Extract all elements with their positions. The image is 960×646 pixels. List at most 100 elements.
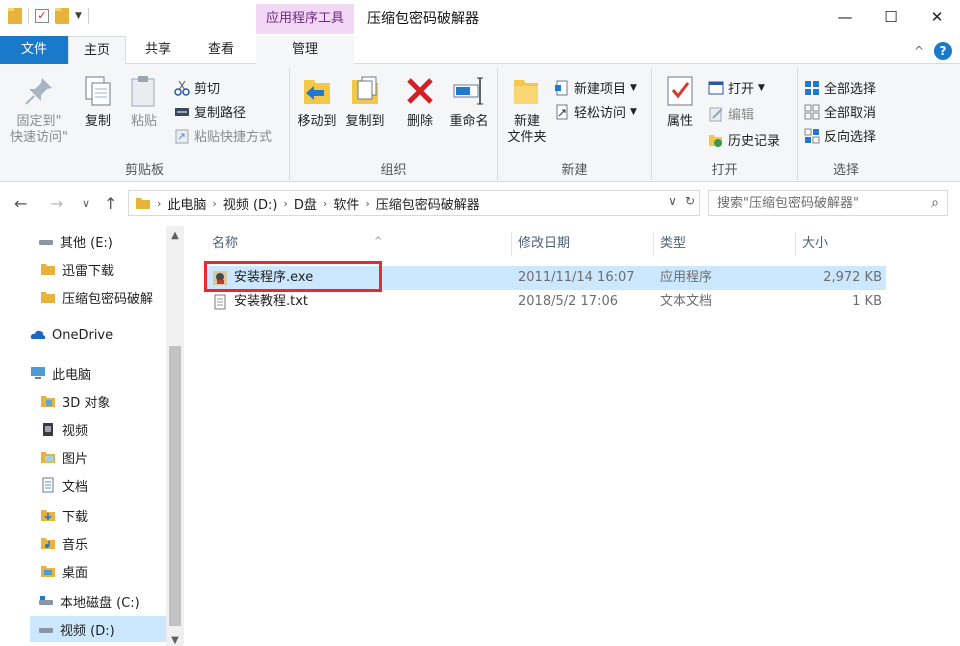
tab-home[interactable]: 主页 (68, 36, 126, 65)
invert-selection-button[interactable]: 反向选择 (804, 126, 876, 145)
nav-item-3d-objects[interactable]: 3D 对象 (40, 388, 110, 414)
tab-manage[interactable]: 管理 (256, 36, 354, 64)
group-label-new: 新建 (561, 163, 588, 178)
folder-icon[interactable] (8, 8, 22, 24)
search-icon[interactable]: ⌕ (931, 195, 939, 211)
nav-item-downloads[interactable]: 下载 (40, 502, 88, 528)
table-row[interactable]: 安装教程.txt 2018/5/2 17:06 文本文档 1 KB (206, 290, 886, 314)
tab-file[interactable]: 文件 (0, 36, 68, 64)
chevron-down-icon[interactable]: ∨ (668, 194, 677, 208)
folder-icon (40, 261, 56, 277)
cut-button[interactable]: 剪切 (174, 78, 220, 97)
scroll-up-arrow-icon[interactable]: ▲ (166, 230, 184, 241)
up-arrow-icon[interactable]: ↑ (104, 194, 117, 213)
nav-item-pictures[interactable]: 图片 (40, 444, 88, 470)
new-folder-icon (510, 74, 544, 108)
text-file-icon (214, 294, 226, 310)
rename-button[interactable]: 重命名 (444, 74, 494, 130)
column-header-modified[interactable]: 修改日期 (512, 232, 654, 256)
breadcrumb-separator: › (157, 196, 162, 210)
nav-item-drive-d[interactable]: 视频 (D:) (30, 616, 166, 642)
select-all-button[interactable]: 全部选择 (804, 78, 876, 97)
forward-arrow-icon[interactable]: → (50, 194, 63, 213)
select-all-icon (804, 80, 820, 96)
nav-item-onedrive[interactable]: OneDrive (30, 322, 113, 348)
organize-group: 移动到 复制到 删除 重命名 组织 (290, 68, 498, 180)
breadcrumb-drive-d[interactable]: 视频 (D:) (223, 194, 278, 213)
delete-button[interactable]: 删除 (400, 74, 440, 130)
column-header-size[interactable]: 大小 (796, 232, 890, 256)
copy-to-icon (348, 74, 382, 108)
edit-button[interactable]: 编辑 (708, 104, 754, 123)
copy-path-icon (174, 104, 190, 120)
scrollbar-thumb[interactable] (169, 346, 181, 626)
collapse-ribbon-button[interactable]: ^ (914, 44, 924, 58)
divider (28, 8, 29, 24)
nav-item-music[interactable]: 音乐 (40, 530, 88, 556)
open-icon (708, 80, 724, 96)
pin-icon (22, 74, 56, 108)
table-row[interactable]: 安装程序.exe 2011/11/14 16:07 应用程序 2,972 KB (206, 266, 886, 290)
desktop-icon (40, 563, 56, 579)
divider (87, 8, 89, 24)
copy-path-button[interactable]: 复制路径 (174, 102, 246, 121)
tab-view[interactable]: 查看 (190, 36, 252, 64)
easy-access-button[interactable]: 轻松访问 ▼ (554, 102, 637, 121)
tab-share[interactable]: 共享 (128, 36, 188, 64)
nav-item-drive-e[interactable]: 其他 (E:) (38, 228, 113, 254)
breadcrumb-current[interactable]: 压缩包密码破解器 (376, 194, 480, 213)
breadcrumb-d-folder[interactable]: D盘 (294, 194, 317, 213)
file-size: 1 KB (852, 294, 882, 309)
move-to-button[interactable]: 移动到 (294, 74, 340, 130)
new-folder-icon[interactable] (55, 8, 69, 24)
properties-icon[interactable]: ✓ (35, 9, 49, 23)
open-button[interactable]: 打开 ▼ (708, 78, 765, 97)
group-label-select: 选择 (832, 163, 859, 178)
history-button[interactable]: 历史记录 (708, 130, 780, 149)
chevron-down-icon[interactable]: ▼ (75, 11, 82, 21)
search-box[interactable]: ⌕ (708, 190, 948, 216)
chevron-down-icon: ▼ (630, 106, 637, 117)
breadcrumb-this-pc[interactable]: 此电脑 (167, 194, 206, 213)
nav-item-this-pc[interactable]: 此电脑 (30, 360, 91, 386)
sort-up-icon: ^ (374, 236, 383, 247)
nav-item-zip-cracker[interactable]: 压缩包密码破解 (40, 284, 168, 310)
easy-access-icon (554, 104, 570, 120)
refresh-icon[interactable]: ↻ (685, 194, 695, 208)
search-input[interactable] (717, 195, 917, 211)
nav-item-drive-c[interactable]: 本地磁盘 (C:) (38, 588, 140, 614)
copy-button[interactable]: 复制 (78, 74, 118, 130)
file-size: 2,972 KB (823, 270, 882, 285)
downloads-icon (40, 507, 56, 523)
nav-item-documents[interactable]: 文档 (40, 472, 88, 498)
properties-button[interactable]: 属性 (660, 74, 700, 130)
chevron-down-icon: ▼ (630, 82, 637, 93)
select-none-button[interactable]: 全部取消 (804, 102, 876, 121)
pin-quick-access-button[interactable]: 固定到" 快速访问" (6, 74, 72, 146)
column-header-type[interactable]: 类型 (654, 232, 796, 256)
column-header-name[interactable]: 名称 ^ (206, 232, 512, 256)
address-bar[interactable]: › 此电脑 › 视频 (D:) › D盘 › 软件 › 压缩包密码破解器 ∨ ↻ (128, 190, 700, 216)
breadcrumb-software[interactable]: 软件 (333, 194, 359, 213)
navigation-pane: 其他 (E:) 迅雷下载 压缩包密码破解 OneDrive 此电脑 3D 对象 … (0, 226, 186, 646)
back-arrow-icon[interactable]: ← (14, 194, 27, 213)
scissors-icon (174, 80, 190, 96)
new-item-button[interactable]: 新建项目 ▼ (554, 78, 637, 97)
chevron-down-icon[interactable]: ∨ (82, 197, 90, 210)
new-folder-button[interactable]: 新建 文件夹 (502, 74, 552, 146)
copy-to-button[interactable]: 复制到 (342, 74, 388, 130)
maximize-button[interactable]: ☐ (868, 0, 914, 34)
file-name: 安装程序.exe (234, 270, 314, 285)
nav-scrollbar[interactable]: ▲ ▼ (166, 226, 184, 646)
help-icon[interactable]: ? (934, 42, 952, 60)
paste-button[interactable]: 粘贴 (124, 74, 164, 130)
close-button[interactable]: ✕ (914, 0, 960, 34)
file-explorer-window: ✓ ▼ 应用程序工具 压缩包密码破解器 — ☐ ✕ 文件 主页 共享 查看 管理… (0, 0, 960, 646)
nav-item-videos[interactable]: 视频 (40, 416, 88, 442)
scroll-down-arrow-icon[interactable]: ▼ (166, 635, 184, 646)
nav-item-desktop[interactable]: 桌面 (40, 558, 88, 584)
group-label-clipboard: 剪贴板 (124, 163, 164, 178)
minimize-button[interactable]: — (822, 0, 868, 34)
paste-shortcut-button[interactable]: 粘贴快捷方式 (174, 126, 272, 145)
nav-item-thunder-downloads[interactable]: 迅雷下载 (40, 256, 114, 282)
